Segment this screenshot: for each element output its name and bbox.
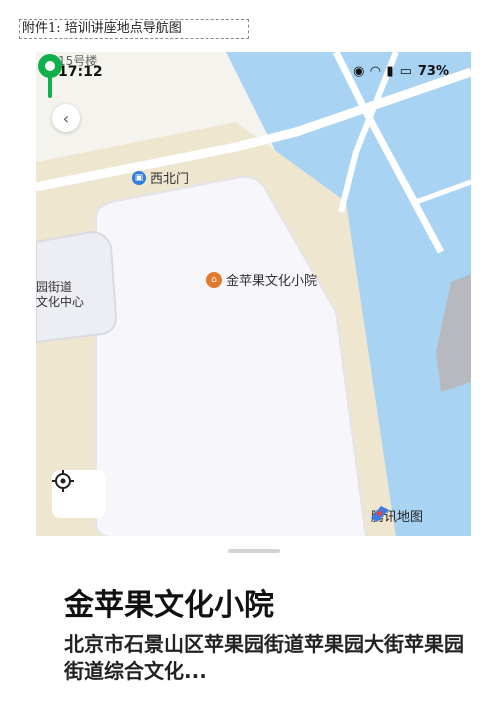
gate-label: 西北门 (150, 172, 190, 187)
location-icon: ◉ (353, 64, 365, 79)
map-view[interactable]: 15号楼 17:12 ◉ ◠ ▮ ▭ 73% ‹ ▣ 西北门 园街道 文化中心 … (36, 52, 471, 537)
wifi-icon: ◠ (370, 64, 381, 79)
locate-button[interactable] (52, 470, 106, 518)
map-canvas (36, 52, 471, 537)
figure-caption: 附件1: 培训讲座地点导航图 (19, 19, 249, 39)
back-button[interactable]: ‹ (52, 104, 80, 132)
signal-icon: ▮ (386, 64, 394, 79)
place-name: 金苹果文化小院 (64, 588, 274, 623)
map-brand: 腾讯地图 (371, 506, 423, 525)
poi-left-line2: 文化中心 (36, 295, 85, 309)
poi-left-line1: 园街道 (36, 280, 73, 294)
poi-left-center[interactable]: 园街道 文化中心 (36, 280, 84, 310)
poi-gate[interactable]: ▣ 西北门 (132, 168, 189, 187)
status-icons: ◉ ◠ ▮ ▭ 73% (353, 64, 449, 79)
poi-icon: ⌂ (206, 271, 222, 288)
phone-screen: 15号楼 17:12 ◉ ◠ ▮ ▭ 73% ‹ ▣ 西北门 园街道 文化中心 … (36, 52, 471, 726)
sheet-handle[interactable] (228, 549, 280, 553)
battery-icon: ▭ (399, 64, 412, 79)
status-time: 17:12 (58, 64, 103, 80)
place-address: 北京市石景山区苹果园街道苹果园大街苹果园街道综合文化... (64, 632, 464, 683)
chevron-left-icon: ‹ (62, 108, 70, 128)
crosshair-icon (52, 470, 74, 492)
tencent-map-logo-icon (371, 506, 389, 522)
location-pin-icon[interactable] (36, 52, 64, 100)
place-sheet[interactable]: 金苹果文化小院 北京市石景山区苹果园街道苹果园大街苹果园街道综合文化... (36, 536, 471, 726)
poi-main[interactable]: ⌂ 金苹果文化小院 (206, 270, 317, 289)
poi-main-label: 金苹果文化小院 (226, 274, 318, 289)
gate-icon: ▣ (132, 170, 146, 185)
battery-percent: 73% (417, 64, 449, 79)
